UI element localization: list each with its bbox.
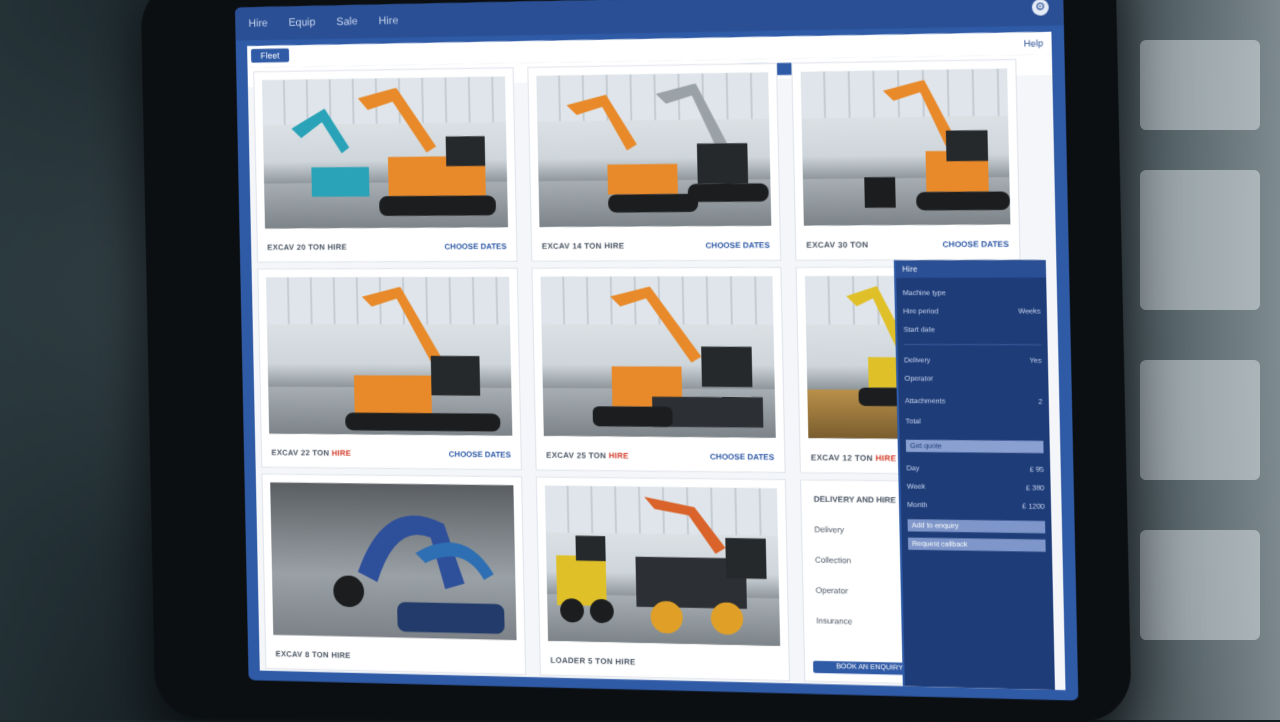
excavator-photo — [545, 486, 780, 646]
panel-row[interactable]: Total — [905, 415, 1043, 428]
hire-side-panel: Hire Machine type Hire period Weeks Start… — [894, 260, 1055, 690]
listing-card[interactable]: EXCAV 22 TON HIRE CHOOSE DATES — [257, 268, 522, 471]
listing-caption: EXCAV 14 TON HIRE — [542, 241, 625, 250]
listing-card[interactable]: EXCAV 25 TON HIRE CHOOSE DATES — [531, 267, 785, 473]
panel-row[interactable]: Delivery Yes — [904, 354, 1042, 367]
listing-price[interactable]: CHOOSE DATES — [943, 240, 1009, 249]
excavator-photo — [270, 482, 516, 640]
add-to-enquiry-button[interactable]: Add to enquiry — [908, 519, 1046, 533]
excavator-photo — [262, 76, 508, 228]
panel-title: Hire — [896, 260, 1046, 278]
menu-item-sale[interactable]: Sale — [336, 16, 357, 28]
tab-fleet[interactable]: Fleet — [251, 48, 289, 62]
help-link[interactable]: Help — [1024, 38, 1044, 49]
main-content: Fleet Help Filter — [247, 32, 1065, 690]
request-callback-button[interactable]: Request callback — [908, 538, 1046, 552]
info-line: Operator — [816, 586, 848, 596]
panel-row[interactable]: Start date — [903, 324, 1041, 336]
excavator-photo — [536, 72, 771, 227]
tablet-screen: Hire Equip Sale Hire ⚙ Fleet Help Filter — [235, 0, 1078, 701]
listing-card[interactable]: EXCAV 8 TON HIRE — [261, 474, 526, 676]
info-line: Insurance — [816, 616, 852, 626]
price-row: Month £ 1200 — [907, 499, 1045, 513]
listing-caption: EXCAV 30 TON — [806, 240, 868, 249]
listing-card[interactable]: EXCAV 30 TON CHOOSE DATES — [791, 59, 1020, 261]
menu-item-hire[interactable]: Hire — [248, 18, 267, 30]
panel-row[interactable]: Attachments 2 — [905, 395, 1043, 408]
panel-row[interactable]: Hire period Weeks — [903, 305, 1041, 317]
get-quote-button[interactable]: Get quote — [906, 440, 1044, 453]
listing-caption: EXCAV 20 TON HIRE — [267, 243, 347, 252]
listing-card[interactable]: EXCAV 14 TON HIRE CHOOSE DATES — [527, 63, 781, 262]
info-heading: DELIVERY AND HIRE — [814, 495, 896, 505]
listing-price[interactable]: CHOOSE DATES — [444, 242, 506, 251]
listing-price[interactable]: CHOOSE DATES — [706, 241, 770, 250]
listing-caption: EXCAV 12 TON HIRE — [811, 453, 897, 463]
listing-card[interactable]: LOADER 5 TON HIRE — [536, 476, 790, 681]
listing-price[interactable]: CHOOSE DATES — [710, 452, 774, 462]
excavator-photo — [541, 276, 776, 438]
listing-price[interactable]: CHOOSE DATES — [449, 450, 511, 459]
excavator-photo — [801, 68, 1011, 225]
panel-row[interactable]: Operator — [904, 373, 1042, 386]
listing-card[interactable]: EXCAV 20 TON HIRE CHOOSE DATES — [253, 67, 517, 262]
info-line: Collection — [815, 555, 851, 565]
listing-caption: EXCAV 22 TON HIRE — [271, 448, 351, 458]
listing-caption: EXCAV 8 TON HIRE — [275, 650, 350, 661]
listing-caption: LOADER 5 TON HIRE — [550, 656, 635, 667]
info-line: Delivery — [814, 525, 844, 535]
menu-item-hire-2[interactable]: Hire — [379, 15, 399, 27]
menu-item-equip[interactable]: Equip — [288, 17, 315, 29]
panel-row[interactable]: Machine type — [903, 287, 1041, 299]
price-row: Day £ 95 — [906, 462, 1044, 476]
excavator-photo — [266, 277, 512, 436]
gear-icon[interactable]: ⚙ — [1032, 0, 1049, 16]
tablet-device: Hire Equip Sale Hire ⚙ Fleet Help Filter — [140, 0, 1131, 722]
listing-caption: EXCAV 25 TON HIRE — [546, 451, 629, 461]
price-row: Week £ 380 — [907, 480, 1045, 494]
